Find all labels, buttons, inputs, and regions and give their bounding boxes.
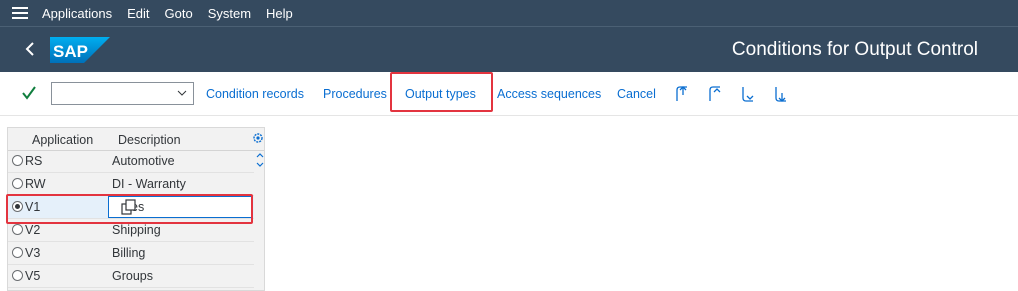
checkmark-icon[interactable] bbox=[22, 86, 36, 100]
table-row-selected[interactable]: V1 es bbox=[8, 196, 254, 219]
menu-applications[interactable]: Applications bbox=[42, 6, 112, 21]
row-description: DI - Warranty bbox=[112, 177, 186, 191]
sap-logo[interactable]: SAP bbox=[50, 37, 110, 63]
menu-bar: Applications Edit Goto System Help bbox=[0, 0, 1018, 26]
table-row[interactable]: V5 Groups bbox=[8, 265, 254, 288]
row-radio[interactable] bbox=[12, 224, 23, 235]
scroll-arrows-icon[interactable] bbox=[256, 152, 264, 168]
application-toolbar: Condition records Procedures Output type… bbox=[0, 72, 1018, 116]
menu-help[interactable]: Help bbox=[266, 6, 293, 21]
table-row[interactable]: V3 Billing bbox=[8, 242, 254, 265]
last-page-icon[interactable] bbox=[774, 86, 788, 102]
row-application: V1 bbox=[25, 200, 41, 214]
row-application: RS bbox=[25, 154, 43, 168]
sap-logo-text: SAP bbox=[53, 42, 88, 61]
menu-edit[interactable]: Edit bbox=[127, 6, 149, 21]
copy-icon bbox=[121, 199, 136, 215]
row-application: V3 bbox=[25, 246, 41, 260]
row-description: Billing bbox=[112, 246, 146, 260]
menu-system[interactable]: System bbox=[208, 6, 251, 21]
row-radio-selected[interactable] bbox=[12, 201, 23, 212]
menu-goto[interactable]: Goto bbox=[165, 6, 193, 21]
row-description: Shipping bbox=[112, 223, 161, 237]
first-page-icon[interactable] bbox=[675, 86, 689, 102]
row-radio[interactable] bbox=[12, 155, 23, 166]
back-icon[interactable] bbox=[20, 37, 40, 61]
row-radio[interactable] bbox=[12, 270, 23, 281]
row-application: V2 bbox=[25, 223, 41, 237]
table-row[interactable]: RS Automotive bbox=[8, 150, 254, 173]
previous-page-icon[interactable] bbox=[708, 86, 722, 102]
next-page-icon[interactable] bbox=[741, 86, 755, 102]
row-application: V5 bbox=[25, 269, 41, 283]
table-row[interactable]: V2 Shipping bbox=[8, 219, 254, 242]
row-radio[interactable] bbox=[12, 178, 23, 189]
access-sequences-button[interactable]: Access sequences bbox=[497, 87, 601, 101]
row-description: Automotive bbox=[112, 154, 175, 168]
cancel-button[interactable]: Cancel bbox=[617, 87, 656, 101]
command-field[interactable] bbox=[51, 82, 194, 105]
shell-bar: SAP Conditions for Output Control bbox=[0, 26, 1018, 72]
procedures-button[interactable]: Procedures bbox=[323, 87, 387, 101]
applications-table: Application Description RS Automotive RW… bbox=[7, 127, 265, 291]
output-types-button[interactable]: Output types bbox=[405, 87, 476, 101]
condition-records-button[interactable]: Condition records bbox=[206, 87, 304, 101]
row-description: Groups bbox=[112, 269, 153, 283]
chevron-down-icon[interactable] bbox=[177, 89, 187, 97]
row-application: RW bbox=[25, 177, 46, 191]
page-title: Conditions for Output Control bbox=[731, 39, 978, 60]
table-settings-icon[interactable] bbox=[252, 132, 264, 144]
hamburger-menu-icon[interactable] bbox=[12, 7, 28, 19]
column-header-description[interactable]: Description bbox=[118, 133, 181, 147]
table-header: Application Description bbox=[8, 128, 264, 151]
column-header-application[interactable]: Application bbox=[32, 133, 93, 147]
table-row[interactable]: RW DI - Warranty bbox=[8, 173, 254, 196]
row-radio[interactable] bbox=[12, 247, 23, 258]
